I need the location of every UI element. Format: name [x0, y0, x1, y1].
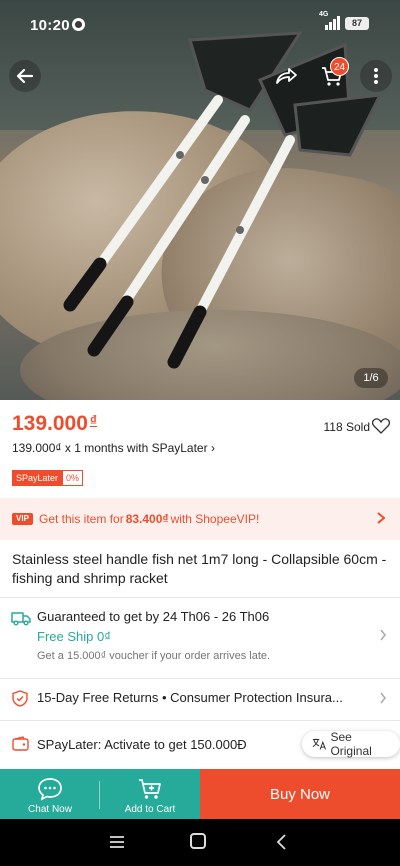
add-to-cart-button[interactable]: Add to Cart	[100, 769, 200, 819]
back-button[interactable]	[9, 60, 41, 92]
chevron-right-icon	[377, 512, 386, 524]
status-bar: 10:20 4G 87	[0, 0, 400, 48]
chevron-right-icon	[380, 692, 386, 704]
signal-icon	[325, 16, 340, 30]
system-navigation-bar	[0, 819, 400, 866]
spaylater-tag-label: SPayLater	[12, 470, 63, 486]
chevron-right-icon	[380, 629, 386, 641]
share-button[interactable]	[270, 60, 302, 92]
see-original-label: See Original	[330, 730, 372, 758]
translate-icon	[312, 738, 326, 750]
more-vertical-icon	[374, 68, 378, 84]
arrow-left-icon	[16, 68, 34, 84]
wallet-icon	[12, 736, 29, 751]
divider	[0, 678, 400, 679]
returns-text: 15-Day Free Returns • Consumer Protectio…	[37, 690, 343, 705]
vip-text-prefix: Get this item for	[39, 512, 124, 526]
installment-text: 139.000₫ x 1 months with SPayLater	[12, 441, 208, 455]
chevron-right-icon: ›	[210, 441, 215, 455]
installment-info[interactable]: 139.000₫ x 1 months with SPayLater ›	[12, 441, 215, 455]
shield-icon	[12, 690, 28, 707]
vip-text-suffix: with ShopeeVIP!	[170, 512, 260, 526]
buy-now-button[interactable]: Buy Now	[200, 769, 400, 819]
price-row: 139.000 ₫ 118 Sold	[12, 412, 390, 442]
recent-apps-icon[interactable]	[109, 835, 125, 849]
sold-count: 118 Sold	[323, 420, 370, 434]
returns-row[interactable]: 15-Day Free Returns • Consumer Protectio…	[0, 680, 400, 716]
truck-icon	[11, 612, 31, 626]
bottom-action-bar: Chat Now Add to Cart Buy Now	[0, 769, 400, 819]
spaylater-tag-rate: 0%	[62, 470, 84, 486]
late-voucher-text: Get a 15.000₫ voucher if your order arri…	[37, 650, 271, 662]
battery-indicator: 87	[345, 17, 369, 30]
chat-now-button[interactable]: Chat Now	[0, 769, 100, 819]
chat-now-label: Chat Now	[28, 804, 72, 815]
spaylater-activate-text: SPayLater: Activate to get 150.000Đ	[37, 737, 247, 752]
price: 139.000	[12, 412, 88, 435]
app-notification-icon	[72, 18, 85, 31]
vip-badge: VIP	[12, 513, 33, 525]
back-nav-icon[interactable]	[275, 833, 287, 851]
home-icon[interactable]	[190, 833, 206, 849]
heart-icon[interactable]	[372, 418, 390, 434]
product-image[interactable]: 10:20 4G 87 24 1/6	[0, 0, 400, 400]
chat-icon	[38, 778, 62, 801]
vip-banner[interactable]: VIP Get this item for 83.400₫ with Shope…	[0, 498, 400, 540]
shipping-row[interactable]: Guaranteed to get by 24 Th06 - 26 Th06 F…	[0, 598, 400, 674]
clock: 10:20	[30, 17, 70, 34]
free-ship-label: Free Ship 0₫	[37, 629, 111, 644]
vip-price: 83.400₫	[125, 512, 169, 526]
see-original-button[interactable]: See Original	[302, 730, 400, 758]
spaylater-tag: SPayLater 0%	[12, 470, 84, 486]
share-icon	[276, 68, 297, 84]
currency-symbol: ₫	[89, 412, 98, 428]
add-cart-icon	[139, 779, 161, 799]
add-to-cart-label: Add to Cart	[124, 804, 176, 815]
divider	[0, 720, 400, 721]
delivery-guarantee: Guaranteed to get by 24 Th06 - 26 Th06	[37, 609, 270, 624]
cart-count-badge: 24	[330, 57, 350, 76]
more-options-button[interactable]	[360, 60, 392, 92]
product-title: Stainless steel handle fish net 1m7 long…	[12, 551, 387, 586]
image-counter: 1/6	[354, 368, 388, 388]
